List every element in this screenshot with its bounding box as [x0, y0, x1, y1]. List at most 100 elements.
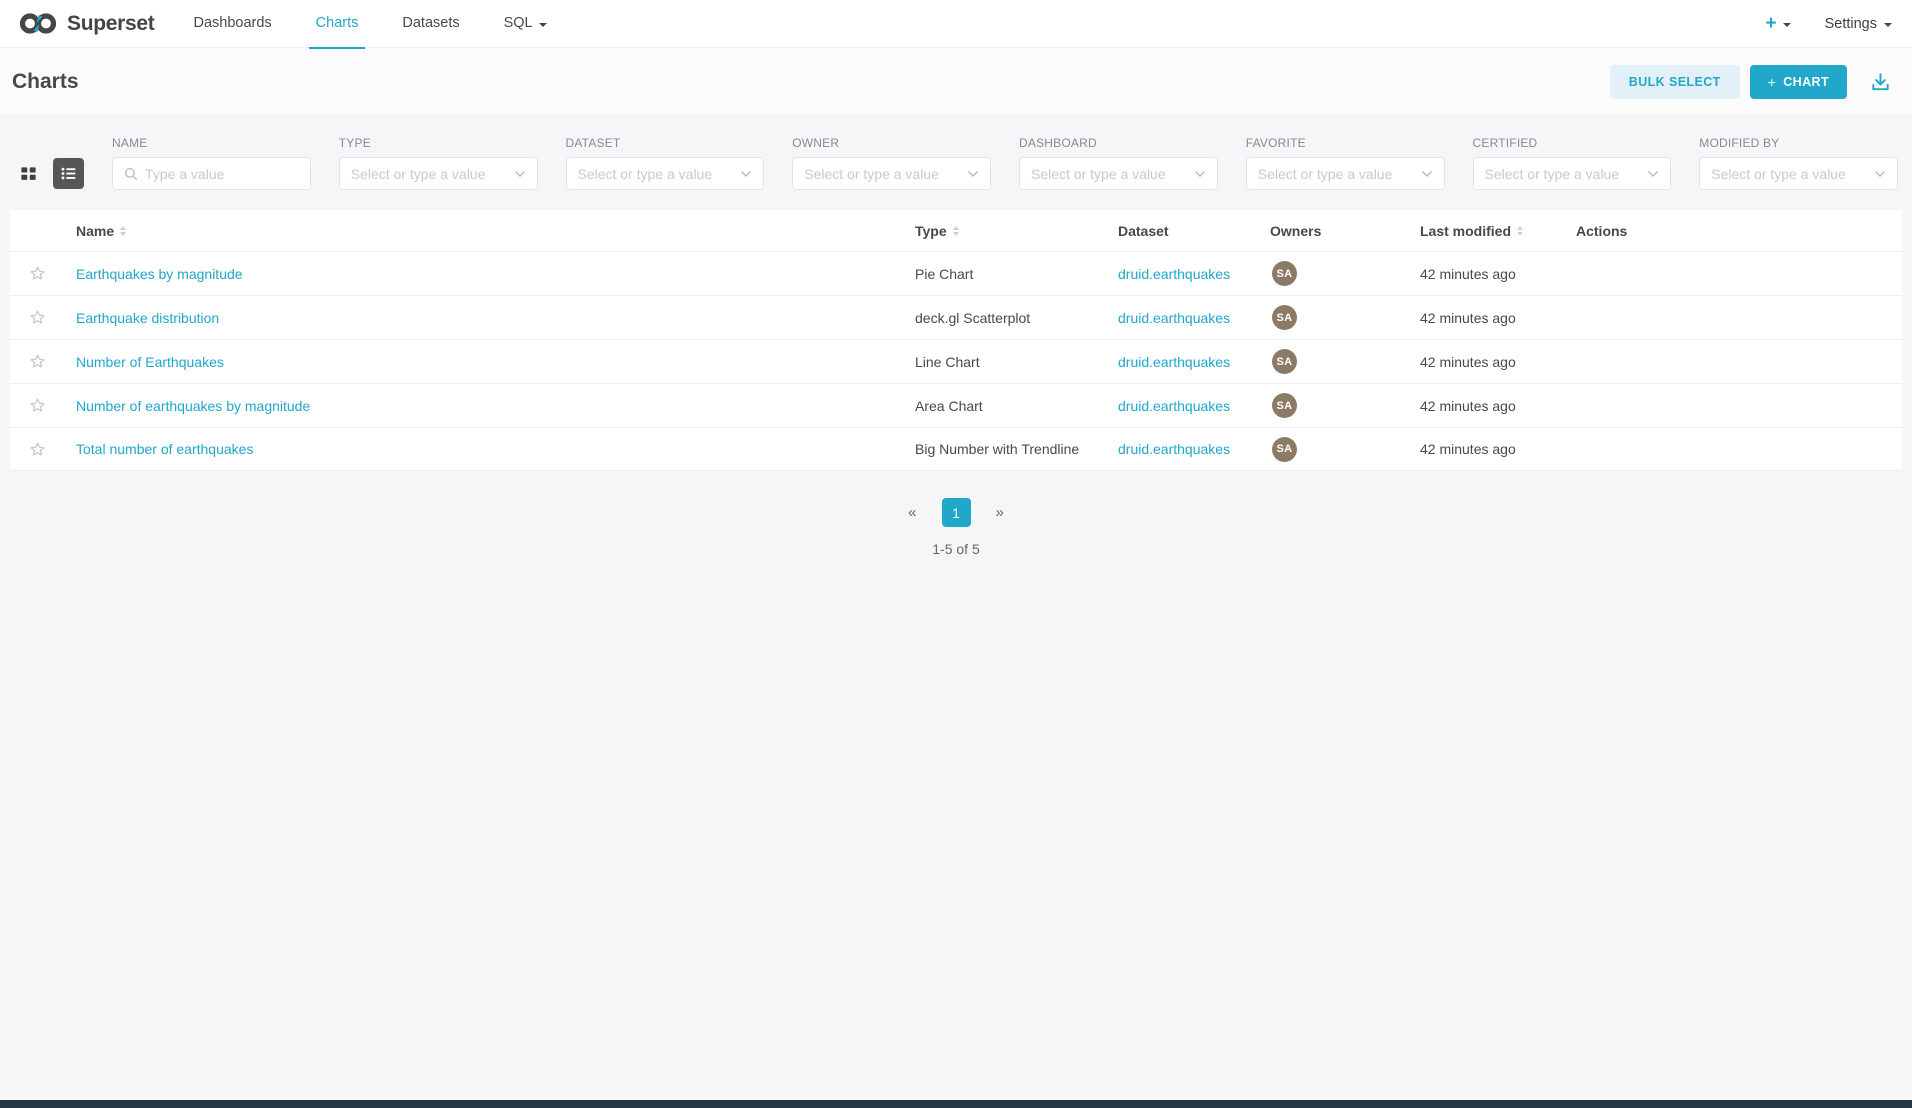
nav-item-datasets[interactable]: Datasets	[393, 0, 468, 48]
modified-by-filter-select[interactable]: Select or type a value	[1699, 157, 1898, 190]
select-placeholder: Select or type a value	[804, 166, 960, 182]
sort-carets-icon	[120, 226, 126, 236]
last-modified-cell: 42 minutes ago	[1420, 441, 1576, 457]
star-outline-icon	[29, 309, 46, 326]
page-1-button[interactable]: 1	[942, 498, 971, 527]
card-view-button[interactable]	[13, 158, 44, 189]
column-header-type[interactable]: Type	[915, 223, 1118, 239]
navbar-right: + Settings	[1765, 14, 1896, 33]
type-filter-select[interactable]: Select or type a value	[339, 157, 538, 190]
filter-label: DASHBOARD	[1019, 136, 1218, 150]
new-item-menu-button[interactable]: +	[1765, 14, 1790, 33]
nav-item-sql[interactable]: SQL	[495, 0, 556, 48]
chart-type-cell: Big Number with Trendline	[915, 441, 1118, 457]
bulk-select-button[interactable]: BULK SELECT	[1610, 65, 1740, 99]
select-placeholder: Select or type a value	[578, 166, 734, 182]
column-header-actions: Actions	[1576, 223, 1902, 239]
nav-item-charts[interactable]: Charts	[307, 0, 368, 48]
star-outline-icon	[29, 397, 46, 414]
nav-item-label: Charts	[316, 0, 359, 47]
column-header-owners: Owners	[1270, 223, 1420, 239]
dataset-filter-select[interactable]: Select or type a value	[566, 157, 765, 190]
last-modified-cell: 42 minutes ago	[1420, 354, 1576, 370]
chevron-down-icon	[1874, 170, 1886, 178]
table-row: Total number of earthquakes Big Number w…	[10, 427, 1902, 471]
chevron-down-icon	[1647, 170, 1659, 178]
star-outline-icon	[29, 353, 46, 370]
select-placeholder: Select or type a value	[1711, 166, 1867, 182]
chart-name-link[interactable]: Earthquake distribution	[76, 310, 219, 326]
plus-icon: +	[1765, 14, 1776, 33]
chart-name-link[interactable]: Total number of earthquakes	[76, 441, 253, 457]
table-header-row: Name Type Dataset Owners Last modified A…	[10, 210, 1902, 251]
favorite-star-button[interactable]	[10, 265, 64, 282]
page-header: Charts BULK SELECT + CHART	[0, 48, 1912, 114]
pagination-summary: 1-5 of 5	[0, 541, 1912, 557]
add-chart-button[interactable]: + CHART	[1750, 65, 1847, 99]
column-header-name[interactable]: Name	[64, 223, 915, 239]
owner-avatar[interactable]: SA	[1272, 393, 1297, 418]
brand-name: Superset	[67, 12, 154, 36]
owner-filter-select[interactable]: Select or type a value	[792, 157, 991, 190]
dataset-link[interactable]: druid.earthquakes	[1118, 354, 1230, 370]
favorite-star-button[interactable]	[10, 353, 64, 370]
star-outline-icon	[29, 265, 46, 282]
previous-page-button[interactable]: «	[902, 500, 922, 525]
filter-label: NAME	[112, 136, 311, 150]
filters-row: NAME TYPE Select or type a value DATASET…	[0, 114, 1912, 210]
select-placeholder: Select or type a value	[1485, 166, 1641, 182]
star-outline-icon	[29, 441, 46, 458]
chevron-down-icon	[1421, 170, 1433, 178]
dataset-link[interactable]: druid.earthquakes	[1118, 398, 1230, 414]
favorite-star-button[interactable]	[10, 309, 64, 326]
favorite-star-button[interactable]	[10, 397, 64, 414]
nav-item-dashboards[interactable]: Dashboards	[184, 0, 280, 48]
select-placeholder: Select or type a value	[1258, 166, 1414, 182]
owner-avatar[interactable]: SA	[1272, 437, 1297, 462]
chart-name-link[interactable]: Earthquakes by magnitude	[76, 266, 243, 282]
sort-carets-icon	[953, 226, 959, 236]
chart-type-cell: deck.gl Scatterplot	[915, 310, 1118, 326]
dataset-link[interactable]: druid.earthquakes	[1118, 266, 1230, 282]
chevron-down-icon	[514, 170, 526, 178]
column-label: Actions	[1576, 223, 1627, 239]
filter-label: CERTIFIED	[1473, 136, 1672, 150]
favorite-filter-select[interactable]: Select or type a value	[1246, 157, 1445, 190]
filter-label: OWNER	[792, 136, 991, 150]
chevron-down-icon	[1194, 170, 1206, 178]
dataset-link[interactable]: druid.earthquakes	[1118, 310, 1230, 326]
next-page-button[interactable]: »	[990, 500, 1010, 525]
view-toggle-group	[13, 157, 84, 190]
favorite-star-button[interactable]	[10, 441, 64, 458]
column-header-last-modified[interactable]: Last modified	[1420, 223, 1576, 239]
chart-name-link[interactable]: Number of Earthquakes	[76, 354, 224, 370]
filter-label: TYPE	[339, 136, 538, 150]
list-view-button[interactable]	[53, 158, 84, 189]
certified-filter-select[interactable]: Select or type a value	[1473, 157, 1672, 190]
dataset-link[interactable]: druid.earthquakes	[1118, 441, 1230, 457]
filter-label: FAVORITE	[1246, 136, 1445, 150]
dashboard-filter-select[interactable]: Select or type a value	[1019, 157, 1218, 190]
chart-name-link[interactable]: Number of earthquakes by magnitude	[76, 398, 310, 414]
column-label: Type	[915, 223, 947, 239]
owner-avatar[interactable]: SA	[1272, 305, 1297, 330]
name-filter-input[interactable]	[145, 166, 299, 182]
column-label: Dataset	[1118, 223, 1169, 239]
settings-menu-button[interactable]: Settings	[1825, 16, 1892, 32]
filter-label: MODIFIED BY	[1699, 136, 1898, 150]
page-title: Charts	[12, 70, 79, 94]
chevron-down-icon	[967, 170, 979, 178]
owner-avatar[interactable]: SA	[1272, 261, 1297, 286]
column-header-dataset: Dataset	[1118, 223, 1270, 239]
bottom-edge-bar	[0, 1100, 1912, 1108]
owner-avatar[interactable]: SA	[1272, 349, 1297, 374]
grid-icon	[19, 164, 38, 183]
table-row: Number of Earthquakes Line Chart druid.e…	[10, 339, 1902, 383]
filter-certified: CERTIFIED Select or type a value	[1473, 136, 1672, 190]
charts-table: Name Type Dataset Owners Last modified A…	[10, 210, 1902, 471]
filter-type: TYPE Select or type a value	[339, 136, 538, 190]
chart-type-cell: Line Chart	[915, 354, 1118, 370]
brand[interactable]: Superset	[18, 10, 154, 37]
import-charts-button[interactable]	[1869, 71, 1892, 94]
column-label: Name	[76, 223, 114, 239]
